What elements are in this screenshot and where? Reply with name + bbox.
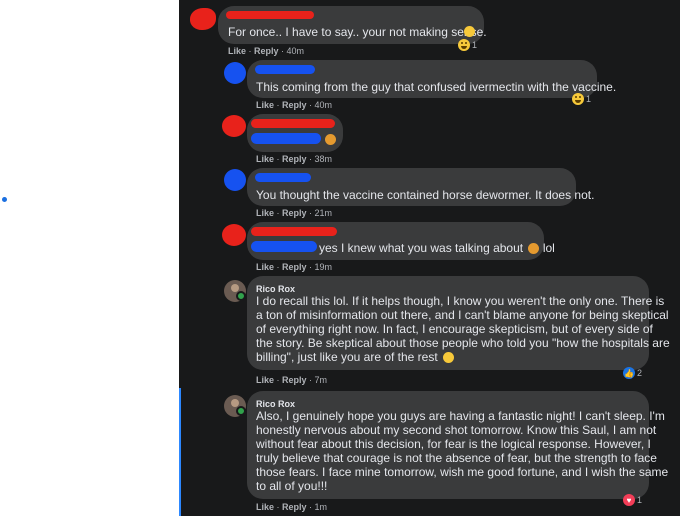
like-link[interactable]: Like: [256, 208, 274, 218]
comment-actions: Like · Reply · 19m: [256, 262, 333, 272]
reply-link[interactable]: Reply: [282, 502, 307, 512]
reaction-count: 1: [637, 495, 643, 505]
like-link[interactable]: Like: [256, 100, 274, 110]
reply-link[interactable]: Reply: [282, 262, 307, 272]
redacted-text: [251, 133, 321, 144]
reaction-count: 2: [637, 368, 643, 378]
redacted-avatar[interactable]: [190, 8, 216, 30]
love-heart-icon: ♥: [623, 494, 635, 506]
thinking-emoji-icon: [464, 26, 475, 37]
like-link[interactable]: Like: [256, 262, 274, 272]
timestamp: 1m: [314, 502, 328, 512]
redacted-avatar[interactable]: [222, 224, 246, 246]
like-link[interactable]: Like: [256, 502, 274, 512]
comment-actions: Like · Reply · 40m: [256, 100, 333, 110]
comment-actions: Like · Reply · 38m: [256, 154, 333, 164]
thread-highlight-line: [179, 388, 181, 516]
timestamp: 40m: [314, 100, 333, 110]
reaction-count: 1: [472, 40, 478, 50]
comment-actions: Like · Reply · 21m: [256, 208, 333, 218]
redacted-name: [255, 65, 315, 74]
timestamp: 40m: [286, 46, 305, 56]
person-emoji-icon: [325, 134, 336, 145]
like-thumb-icon: 👍: [623, 367, 635, 379]
comment-text: You thought the vaccine contained horse …: [256, 188, 595, 202]
comment-bubble: This coming from the guy that confused i…: [247, 60, 616, 98]
like-link[interactable]: Like: [256, 375, 274, 385]
person-emoji-icon: [528, 243, 540, 254]
comment-text: This coming from the guy that confused i…: [256, 80, 617, 94]
left-blank-panel: [0, 0, 179, 516]
redacted-text: [251, 241, 317, 252]
comment-text: yes I knew what you was talking about lo…: [319, 240, 555, 256]
reaction-badge[interactable]: 👍 2: [623, 366, 642, 380]
haha-emoji-icon: [572, 93, 584, 105]
comment-bubble: yes I knew what you was talking about lo…: [247, 222, 555, 260]
comment-bubble: Rico Rox Also, I genuinely hope you guys…: [247, 391, 668, 499]
comment-bubble: For once.. I have to say.. your not maki…: [218, 6, 487, 44]
comment-actions: Like · Reply · 40m: [228, 46, 305, 56]
online-status-dot: [236, 406, 246, 416]
redacted-name: [251, 227, 337, 236]
reply-link[interactable]: Reply: [282, 375, 307, 385]
timestamp: 7m: [314, 375, 328, 385]
redacted-avatar[interactable]: [222, 115, 246, 137]
timestamp: 19m: [314, 262, 333, 272]
redacted-name: [251, 119, 335, 128]
comment-line-text: billing", just like you are of the rest: [256, 350, 438, 364]
timestamp: 38m: [314, 154, 333, 164]
comment-line: to all of you!!!: [256, 479, 328, 493]
comment-bubble: Rico Rox I do recall this lol. If it hel…: [247, 276, 670, 370]
reaction-count: 1: [586, 94, 592, 104]
reply-link[interactable]: Reply: [282, 100, 307, 110]
smile-emoji-icon: [443, 352, 455, 363]
reply-link[interactable]: Reply: [282, 208, 307, 218]
like-link[interactable]: Like: [228, 46, 246, 56]
reply-link[interactable]: Reply: [254, 46, 279, 56]
haha-emoji-icon: [458, 39, 470, 51]
like-link[interactable]: Like: [256, 154, 274, 164]
comment-line: billing", just like you are of the rest: [256, 349, 455, 365]
reaction-badge[interactable]: 1: [572, 92, 591, 106]
reaction-badge[interactable]: ♥ 1: [623, 493, 642, 507]
comment-bubble: [247, 114, 343, 152]
reaction-badge[interactable]: 1: [458, 38, 477, 52]
redacted-avatar[interactable]: [224, 169, 246, 191]
online-status-dot: [236, 291, 246, 301]
redacted-name: [226, 11, 314, 19]
comment-text: For once.. I have to say.. your not maki…: [228, 25, 487, 39]
comment-actions: Like · Reply · 7m: [256, 375, 328, 385]
reply-link[interactable]: Reply: [282, 154, 307, 164]
redacted-avatar[interactable]: [224, 62, 246, 84]
comment-actions: Like · Reply · 1m: [256, 502, 328, 512]
timestamp: 21m: [314, 208, 333, 218]
blue-dot-indicator: [2, 197, 7, 202]
comment-bubble: You thought the vaccine contained horse …: [247, 168, 594, 206]
comment-text-main: yes I knew what you was talking about: [319, 241, 524, 255]
redacted-name: [255, 173, 311, 182]
comment-text-suffix: lol: [542, 241, 555, 255]
